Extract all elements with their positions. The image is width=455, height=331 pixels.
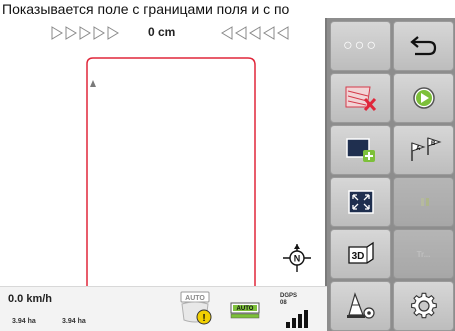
auto-steering-warning-icon[interactable]: AUTO ! (178, 290, 216, 328)
svg-text:!: ! (202, 313, 205, 324)
cone-settings-icon (346, 292, 375, 319)
gps-satellites: 08 (280, 300, 287, 306)
boundary-settings-button[interactable] (330, 281, 391, 331)
more-options-button[interactable]: ○○○ (330, 21, 391, 71)
auto-green-label: AUTO (237, 306, 254, 312)
auto-section-control-icon[interactable]: AUTO (230, 299, 260, 321)
add-area-button[interactable] (330, 125, 391, 175)
section-toggle-button[interactable] (393, 177, 454, 227)
compass-north-icon[interactable]: N (282, 243, 312, 273)
speed-readout: 0.0 km/h (8, 293, 53, 305)
back-button[interactable] (393, 21, 454, 71)
gear-icon (410, 292, 437, 319)
field-boundary (86, 57, 256, 286)
play-record-button[interactable] (393, 73, 454, 123)
section-indicator-icon (420, 198, 429, 206)
svg-text:A: A (416, 146, 421, 152)
ab-flags-icon: A B (410, 137, 442, 161)
track-button[interactable]: Tr... (393, 229, 454, 279)
track-label: Tr... (416, 249, 431, 259)
gps-status[interactable]: DGPS 08 (280, 293, 316, 329)
total-area: 3.94 ha (62, 318, 86, 325)
svg-text:N: N (294, 254, 301, 264)
more-dots-icon: ○○○ (343, 37, 378, 54)
field-boundary-view (86, 57, 256, 286)
auto-label: AUTO (185, 295, 205, 302)
ab-line-button[interactable]: A B (393, 125, 454, 175)
back-arrow-icon (409, 36, 436, 56)
gps-type-label: DGPS 08 (280, 293, 297, 307)
settings-button[interactable] (393, 281, 454, 331)
delete-area-icon (345, 86, 376, 112)
worked-area: 3.94 ha (12, 318, 36, 325)
add-area-icon (345, 138, 375, 162)
fit-to-screen-icon (347, 190, 374, 214)
field-map[interactable]: 0 cm N 0.0 km/h 3.94 ha 3.94 ha AUTO ! A… (0, 18, 327, 331)
terminal-screen: 0 cm N 0.0 km/h 3.94 ha 3.94 ha AUTO ! A… (0, 18, 455, 331)
svg-text:B: B (431, 141, 436, 147)
play-icon (412, 87, 435, 109)
delete-field-button[interactable] (330, 73, 391, 123)
gps-label: DGPS (280, 293, 298, 299)
signal-bars-icon (286, 310, 308, 328)
status-bar: 0.0 km/h 3.94 ha 3.94 ha AUTO ! AUTO DGP… (0, 286, 327, 331)
vehicle-marker (90, 80, 96, 87)
zoom-extent-button[interactable] (330, 177, 391, 227)
3d-view-button[interactable]: 3D (330, 229, 391, 279)
svg-text:3D: 3D (351, 251, 364, 262)
3d-view-icon: 3D (347, 241, 374, 264)
caption-text: Показывается поле с границами поля и с п… (0, 0, 455, 18)
